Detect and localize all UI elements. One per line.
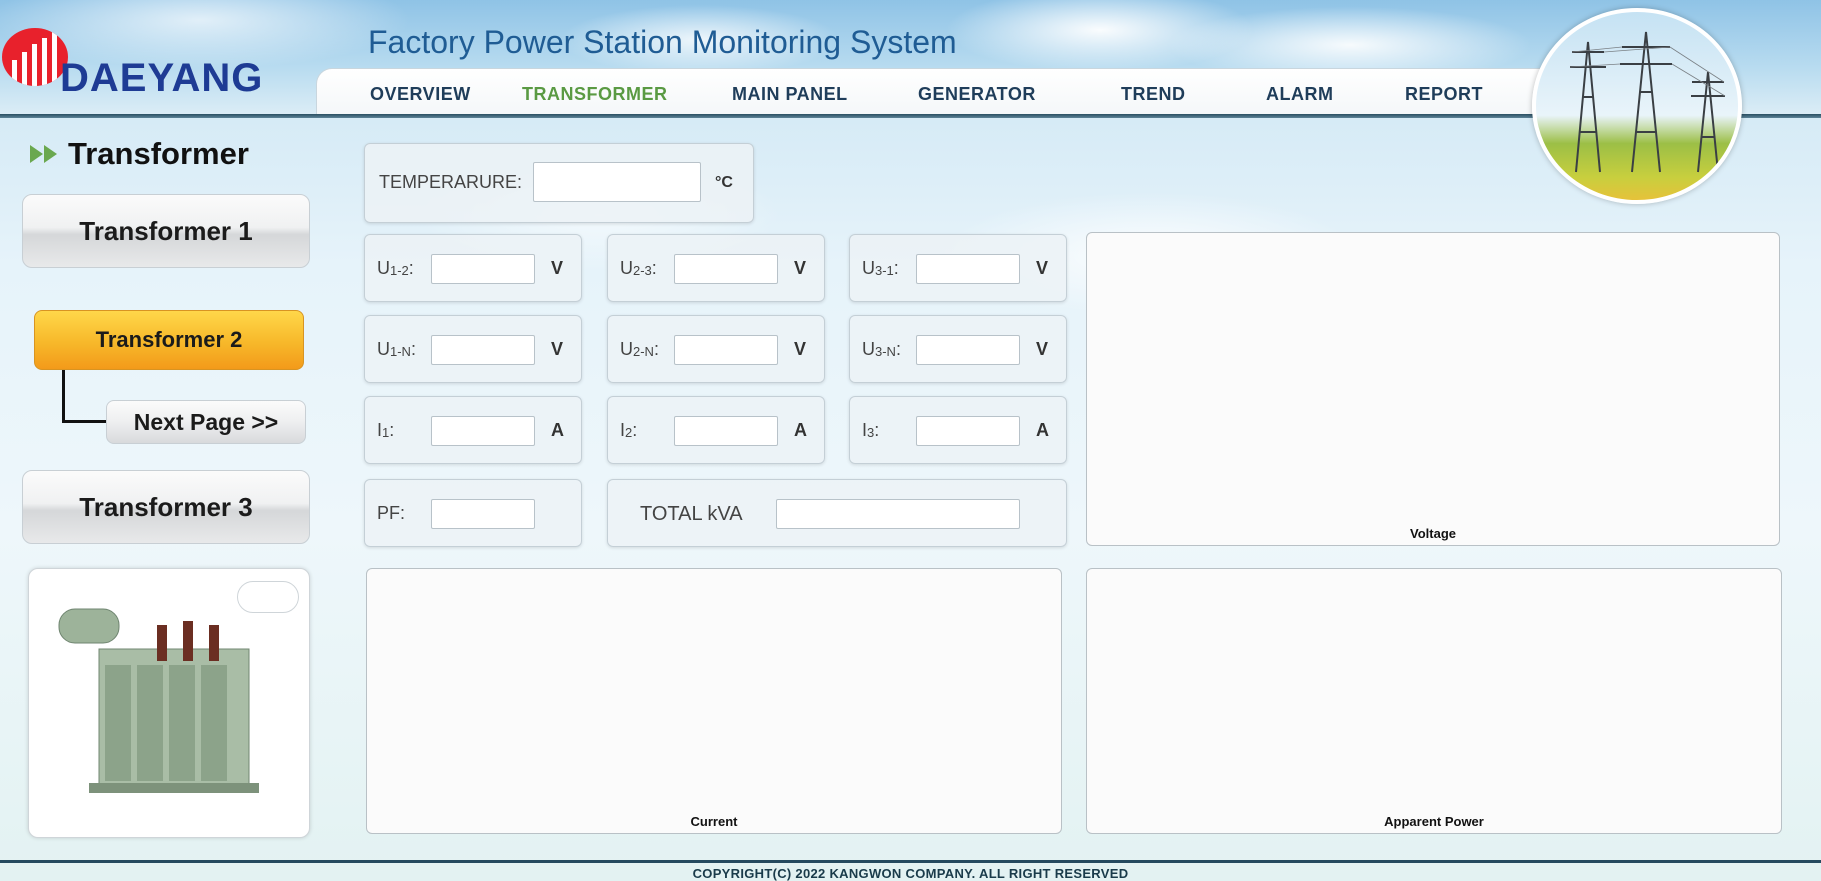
i1-panel: I1: A [364, 396, 582, 464]
u31-field[interactable] [916, 254, 1020, 284]
u2n-field[interactable] [674, 335, 778, 365]
apparent-power-chart-caption: Apparent Power [1384, 814, 1484, 829]
transformer-photo-card [28, 568, 310, 838]
u3n-unit: V [1036, 339, 1049, 359]
voltage-chart: Voltage [1086, 232, 1780, 546]
u23-field[interactable] [674, 254, 778, 284]
u31-label: U3-1: [862, 258, 899, 278]
u1n-field[interactable] [431, 335, 535, 365]
u23-label: U2-3: [620, 258, 657, 278]
u23-panel: U2-3: V [607, 234, 825, 302]
tree-connector [62, 420, 108, 423]
nav-generator[interactable]: GENERATOR [918, 84, 1036, 105]
transformer-1-button[interactable]: Transformer 1 [22, 194, 310, 268]
i2-field[interactable] [674, 416, 778, 446]
nav-alarm[interactable]: ALARM [1266, 84, 1334, 105]
pf-label: PF: [377, 503, 406, 523]
next-page-button[interactable]: Next Page >> [106, 400, 306, 444]
i2-unit: A [794, 420, 807, 440]
i3-field[interactable] [916, 416, 1020, 446]
nav-main-panel[interactable]: MAIN PANEL [732, 84, 848, 105]
u31-panel: U3-1: V [849, 234, 1067, 302]
app-title: Factory Power Station Monitoring System [368, 24, 957, 60]
photo-toggle[interactable] [237, 581, 299, 613]
apparent-power-chart: Apparent Power [1086, 568, 1782, 834]
temperature-panel: TEMPERARURE: °C [364, 143, 754, 223]
i1-field[interactable] [431, 416, 535, 446]
transformer-2-button[interactable]: Transformer 2 [34, 310, 304, 370]
i3-panel: I3: A [849, 396, 1067, 464]
total-kva-field[interactable] [776, 499, 1020, 529]
tree-connector [62, 370, 65, 423]
i3-label: I3: [862, 420, 880, 440]
u3n-label: U3-N: [862, 339, 901, 359]
section-heading: Transformer [30, 136, 249, 172]
i1-unit: A [551, 420, 564, 440]
temperature-label: TEMPERARURE: [379, 172, 523, 192]
u12-panel: U1-2: V [364, 234, 582, 302]
u1n-panel: U1-N: V [364, 315, 582, 383]
total-kva-label: TOTAL kVA [640, 503, 743, 525]
total-kva-panel: TOTAL kVA [607, 479, 1067, 547]
i2-panel: I2: A [607, 396, 825, 464]
temperature-unit: °C [715, 174, 733, 191]
current-chart-caption: Current [690, 814, 738, 829]
nav-transformer[interactable]: TRANSFORMER [522, 84, 668, 105]
current-chart: Current [366, 568, 1062, 834]
nav-report[interactable]: REPORT [1405, 84, 1483, 105]
u1n-unit: V [551, 339, 564, 359]
nav-trend[interactable]: TREND [1121, 84, 1186, 105]
i2-label: I2: [620, 420, 638, 440]
u3n-panel: U3-N: V [849, 315, 1067, 383]
section-heading-text: Transformer [68, 136, 249, 171]
nav-overview[interactable]: OVERVIEW [370, 84, 471, 105]
i1-label: I1: [377, 420, 395, 440]
u2n-unit: V [794, 339, 807, 359]
u23-unit: V [794, 258, 807, 278]
power-pylon-image [1532, 8, 1742, 204]
transformer-3-button[interactable]: Transformer 3 [22, 470, 310, 544]
u2n-label: U2-N: [620, 339, 659, 359]
voltage-chart-caption: Voltage [1410, 526, 1456, 541]
u12-unit: V [551, 258, 564, 278]
u12-label: U1-2: [377, 258, 414, 278]
u31-unit: V [1036, 258, 1049, 278]
double-arrow-icon [30, 145, 57, 163]
u1n-label: U1-N: [377, 339, 416, 359]
brand-name: DAEYANG [60, 56, 264, 100]
i3-unit: A [1036, 420, 1049, 440]
pf-field[interactable] [431, 499, 535, 529]
copyright-text: COPYRIGHT(C) 2022 KANGWON COMPANY. ALL R… [692, 866, 1129, 881]
u12-field[interactable] [431, 254, 535, 284]
temperature-field[interactable] [533, 162, 701, 202]
footer-divider [0, 860, 1821, 863]
u2n-panel: U2-N: V [607, 315, 825, 383]
u3n-field[interactable] [916, 335, 1020, 365]
brand-logo-icon [2, 28, 68, 86]
pf-panel: PF: [364, 479, 582, 547]
